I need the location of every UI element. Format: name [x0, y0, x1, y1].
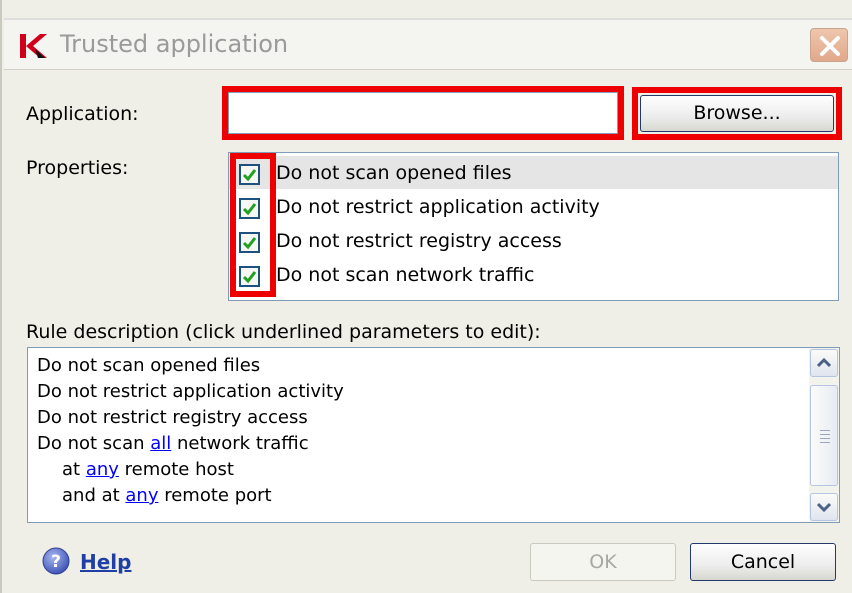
- rule-line-port: and at any remote port: [62, 484, 272, 508]
- grip-line: [820, 430, 830, 431]
- kaspersky-logo-icon: [20, 34, 47, 58]
- close-icon: [820, 36, 840, 56]
- property-label: Do not restrict registry access: [276, 230, 562, 252]
- scroll-thumb[interactable]: [810, 385, 838, 486]
- browse-button[interactable]: Browse...: [640, 95, 834, 132]
- help-link[interactable]: Help: [80, 549, 131, 575]
- rule-line-host: at any remote host: [62, 458, 234, 482]
- property-label: Do not scan opened files: [276, 162, 512, 184]
- rule-line: Do not restrict registry access: [37, 407, 308, 428]
- rule-text: remote port: [158, 485, 272, 506]
- property-item-scan-opened-files[interactable]: Do not scan opened files: [229, 156, 838, 189]
- rule-text: at: [62, 459, 86, 480]
- scroll-down-button[interactable]: [810, 493, 838, 521]
- traffic-scope-link[interactable]: all: [150, 433, 171, 454]
- application-label: Application:: [26, 103, 139, 125]
- svg-text:?: ?: [51, 552, 61, 572]
- properties-label: Properties:: [26, 157, 129, 179]
- rule-text: network traffic: [171, 433, 309, 454]
- rule-line: Do not restrict application activity: [37, 381, 344, 402]
- rule-description-label: Rule description (click underlined param…: [26, 321, 541, 343]
- help-icon[interactable]: ?: [42, 547, 70, 575]
- rule-text: Do not scan: [37, 433, 151, 454]
- property-item-restrict-activity[interactable]: Do not restrict application activity: [229, 190, 838, 223]
- rule-line: Do not scan opened files: [37, 355, 261, 376]
- trusted-application-dialog: Trusted application Application: Browse.…: [0, 0, 852, 593]
- property-item-registry-access[interactable]: Do not restrict registry access: [229, 224, 838, 257]
- rule-text: and at: [62, 485, 126, 506]
- title-bar[interactable]: Trusted application: [4, 18, 852, 70]
- remote-host-link[interactable]: any: [86, 459, 119, 480]
- checkbox-column-highlight: [230, 153, 276, 297]
- scroll-up-button[interactable]: [810, 349, 838, 377]
- ok-button[interactable]: OK: [530, 543, 676, 581]
- rule-text: remote host: [118, 459, 234, 480]
- remote-port-link[interactable]: any: [125, 485, 158, 506]
- properties-list: Do not scan opened files Do not restrict…: [228, 152, 839, 301]
- rule-scrollbar[interactable]: [809, 348, 839, 522]
- grip-line: [820, 442, 830, 443]
- application-input[interactable]: [228, 92, 618, 134]
- chevron-down-icon: [817, 502, 831, 512]
- property-label: Do not scan network traffic: [276, 264, 535, 286]
- rule-description-box: Do not scan opened files Do not restrict…: [27, 347, 840, 523]
- property-item-network-traffic[interactable]: Do not scan network traffic: [229, 258, 838, 291]
- property-label: Do not restrict application activity: [276, 196, 600, 218]
- rule-line-network: Do not scan all network traffic: [37, 432, 309, 456]
- chevron-up-icon: [817, 358, 831, 368]
- window-title: Trusted application: [60, 30, 289, 58]
- grip-line: [820, 438, 830, 439]
- grip-line: [820, 434, 830, 435]
- close-button[interactable]: [810, 28, 848, 62]
- cancel-button[interactable]: Cancel: [690, 543, 836, 581]
